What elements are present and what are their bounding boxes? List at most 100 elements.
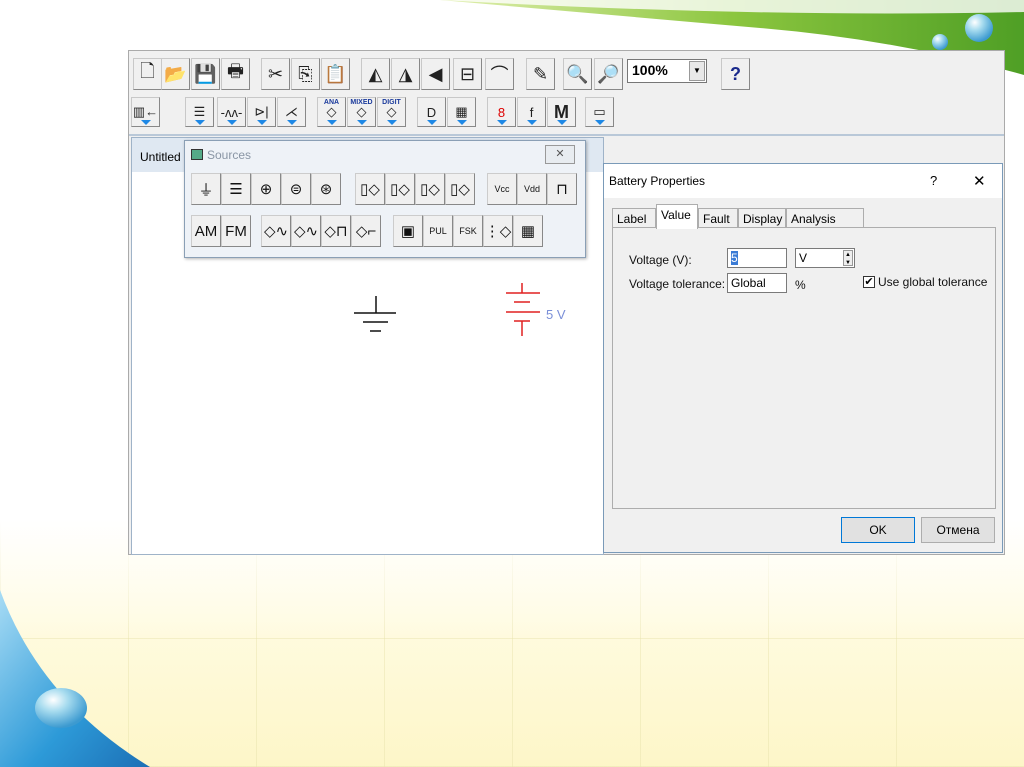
battery-symbol[interactable]	[506, 283, 540, 336]
blue-swoosh	[0, 590, 150, 767]
source-button[interactable]: FM	[221, 215, 251, 247]
description-edit-button[interactable]: ✎	[526, 58, 555, 90]
source-button[interactable]: ⊓	[547, 173, 577, 205]
tab-analysis-setup[interactable]: Analysis Setup	[786, 208, 864, 240]
voltage-unit: V	[799, 251, 808, 265]
palette-close-button[interactable]: ✕	[545, 145, 575, 164]
source-button[interactable]: ▣	[393, 215, 423, 247]
new-icon: 🗋	[140, 61, 155, 81]
source-button[interactable]: FSK	[453, 215, 483, 247]
source-button[interactable]: ◇⌐	[351, 215, 381, 247]
dropdown-arrow-icon[interactable]: ▼	[689, 61, 705, 81]
tab-fault[interactable]: Fault	[698, 208, 738, 228]
source-button[interactable]: Vdd	[517, 173, 547, 205]
miscellaneous-button[interactable]: M	[547, 97, 576, 127]
digital-icon: ▦	[455, 104, 468, 119]
zoom-in-icon: 🔎	[597, 63, 620, 84]
close-icon[interactable]: ✕	[973, 172, 986, 190]
dropdown-arrow-icon	[140, 120, 151, 125]
source-button[interactable]: ◇∿	[291, 215, 321, 247]
graph-icon: ⌒	[490, 65, 509, 85]
tab-label[interactable]: Label	[612, 208, 656, 228]
voltage-unit-spinner[interactable]: V ▲ ▼	[795, 248, 855, 268]
dropdown-arrow-icon	[456, 120, 467, 125]
dropdown-arrow-icon	[286, 120, 297, 125]
source-button[interactable]: ⊛	[311, 173, 341, 205]
favorites-button[interactable]: ▥←	[131, 97, 160, 127]
favorites-icon: ▥←	[132, 104, 159, 119]
indicators-icon: 8	[497, 104, 506, 120]
cut-icon: ✂	[267, 63, 284, 84]
button-caption: ANA	[323, 99, 340, 106]
save-button[interactable]: 💾	[191, 58, 220, 90]
rotate-icon: ◭	[368, 63, 383, 84]
logic-gates-button[interactable]: D	[417, 97, 446, 127]
instruments-button[interactable]: ▭	[585, 97, 614, 127]
dropdown-arrow-icon	[594, 120, 605, 125]
voltage-input[interactable]: 5	[727, 248, 787, 268]
tab-display[interactable]: Display	[738, 208, 786, 228]
tolerance-input[interactable]: Global	[727, 273, 787, 293]
cancel-button[interactable]: Отмена	[921, 517, 995, 543]
voltage-label: Voltage (V):	[629, 253, 692, 267]
dropdown-arrow-icon	[496, 120, 507, 125]
dropdown-arrow-icon	[326, 120, 337, 125]
source-button[interactable]: ⊕	[251, 173, 281, 205]
palette-title: Sources	[207, 148, 252, 162]
ok-button[interactable]: OK	[841, 517, 915, 543]
paste-icon: 📋	[324, 63, 347, 84]
source-button[interactable]: ▯◇	[355, 173, 385, 205]
paste-button[interactable]: 📋	[321, 58, 350, 90]
source-button[interactable]: ▦	[513, 215, 543, 247]
tolerance-label: Voltage tolerance:	[629, 277, 726, 291]
source-button[interactable]: ⋮◇	[483, 215, 513, 247]
new-button[interactable]: 🗋	[133, 58, 162, 90]
basic-button[interactable]: -ʌʌ-	[217, 97, 246, 127]
flip-vertical-button[interactable]: ◀	[421, 58, 450, 90]
cut-button[interactable]: ✂	[261, 58, 290, 90]
controls-button[interactable]: f	[517, 97, 546, 127]
digital-button[interactable]: ▦	[447, 97, 476, 127]
source-button[interactable]: ◇∿	[261, 215, 291, 247]
dropdown-arrow-icon	[426, 120, 437, 125]
digital-ics-button[interactable]: DIGIT ◇	[377, 97, 406, 127]
source-button[interactable]: ⏚	[191, 173, 221, 205]
use-global-checkbox[interactable]: ✔	[863, 276, 875, 288]
value-tab-panel: Voltage (V): 5 V ▲ ▼ Voltage tolerance: G…	[612, 227, 996, 509]
source-button[interactable]: AM	[191, 215, 221, 247]
description-edit-icon: ✎	[532, 63, 549, 84]
source-button[interactable]: Vcc	[487, 173, 517, 205]
diodes-button[interactable]: ⊳|	[247, 97, 276, 127]
source-button[interactable]: ▯◇	[445, 173, 475, 205]
transistors-button[interactable]: ⋌	[277, 97, 306, 127]
subcircuit-button[interactable]: ⊟	[453, 58, 482, 90]
sources-button[interactable]: ☰	[185, 97, 214, 127]
source-button[interactable]: PUL	[423, 215, 453, 247]
rotate-button[interactable]: ◭	[361, 58, 390, 90]
help-button[interactable]: ?	[930, 173, 937, 188]
help-button[interactable]: ?	[721, 58, 750, 90]
zoom-out-button[interactable]: 🔍	[563, 58, 592, 90]
copy-button[interactable]: ⎘	[291, 58, 320, 90]
source-button[interactable]: ▯◇	[385, 173, 415, 205]
save-icon: 💾	[194, 63, 217, 84]
source-button[interactable]: ▯◇	[415, 173, 445, 205]
dropdown-arrow-icon	[356, 120, 367, 125]
zoom-select[interactable]: 100% ▼	[627, 59, 707, 83]
ground-symbol[interactable]	[354, 296, 396, 332]
source-button[interactable]: ☰	[221, 173, 251, 205]
zoom-in-button[interactable]: 🔎	[594, 58, 623, 90]
water-drop	[965, 14, 993, 42]
spinner-arrows-icon[interactable]: ▲ ▼	[843, 250, 853, 266]
open-button[interactable]: 📂	[161, 58, 190, 90]
tab-value[interactable]: Value	[656, 204, 698, 229]
graph-button[interactable]: ⌒	[485, 58, 514, 90]
source-button[interactable]: ◇⊓	[321, 215, 351, 247]
flip-horizontal-button[interactable]: ◮	[391, 58, 420, 90]
source-button[interactable]: ⊜	[281, 173, 311, 205]
print-button[interactable]: 🖶	[221, 58, 250, 90]
analog-ics-button[interactable]: ANA ◇	[317, 97, 346, 127]
indicators-button[interactable]: 8	[487, 97, 516, 127]
controls-icon: f	[529, 104, 534, 120]
mixed-ics-button[interactable]: MIXED ◇	[347, 97, 376, 127]
